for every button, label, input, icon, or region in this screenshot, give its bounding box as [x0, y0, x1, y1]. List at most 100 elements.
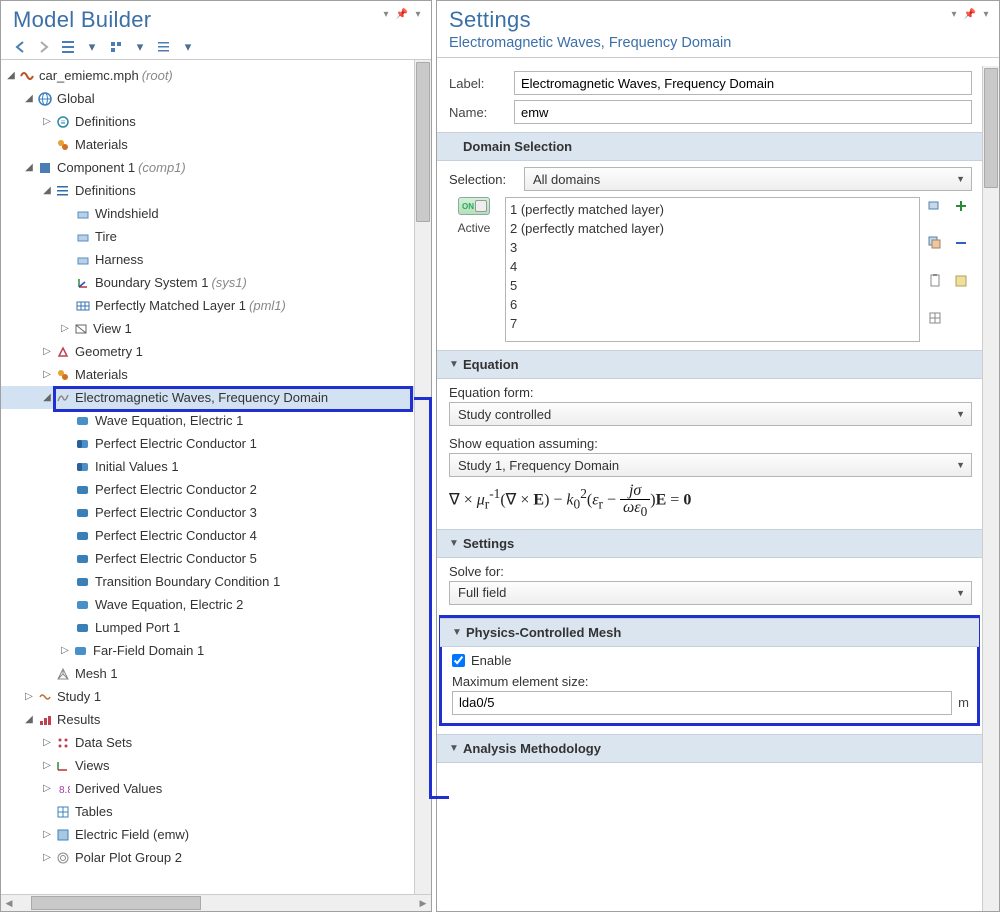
tree-scrollbar-horizontal[interactable]: ◀ ▶	[1, 894, 431, 911]
domain-item[interactable]: 7	[510, 314, 915, 333]
pin-icon[interactable]: 📌	[395, 7, 409, 21]
tree-bsys[interactable]: Boundary System 1(sys1)	[1, 271, 414, 294]
tree-pec3[interactable]: Perfect Electric Conductor 3	[1, 501, 414, 524]
expand-icon[interactable]: ◢	[23, 714, 35, 725]
domain-item[interactable]: 6	[510, 295, 915, 314]
tree-harness[interactable]: Harness	[1, 248, 414, 271]
label-input[interactable]	[514, 71, 972, 95]
minimize-icon[interactable]: ▾	[379, 7, 393, 21]
expand-icon[interactable]: ▷	[41, 116, 53, 127]
tree-emw[interactable]: ◢Electromagnetic Waves, Frequency Domain	[1, 386, 414, 409]
tree-polar[interactable]: ▷Polar Plot Group 2	[1, 846, 414, 869]
tree-defs-global[interactable]: ▷≡Definitions	[1, 110, 414, 133]
tree-ffd1[interactable]: ▷Far-Field Domain 1	[1, 639, 414, 662]
tree-pec2[interactable]: Perfect Electric Conductor 2	[1, 478, 414, 501]
settings-section-header[interactable]: ▼Settings	[437, 529, 982, 558]
scroll-left-button[interactable]: ◀	[1, 895, 17, 911]
active-toggle[interactable]: ON	[458, 197, 490, 215]
tree-tbc1[interactable]: Transition Boundary Condition 1	[1, 570, 414, 593]
tree-global[interactable]: ◢Global	[1, 87, 414, 110]
expand-icon[interactable]: ▷	[41, 852, 53, 863]
expand-icon[interactable]: ◢	[41, 185, 53, 196]
expand-icon[interactable]: ▷	[41, 369, 53, 380]
expand-icon[interactable]: ▷	[41, 346, 53, 357]
tree-pec4[interactable]: Perfect Electric Conductor 4	[1, 524, 414, 547]
solve-dropdown[interactable]: Full field	[449, 581, 972, 605]
tree-icon[interactable]	[107, 38, 125, 56]
zoom-extents-icon[interactable]	[926, 309, 944, 327]
list-icon[interactable]	[155, 38, 173, 56]
tree-windshield[interactable]: Windshield	[1, 202, 414, 225]
tree-lport1[interactable]: Lumped Port 1	[1, 616, 414, 639]
tree-datasets[interactable]: ▷Data Sets	[1, 731, 414, 754]
tree-tire[interactable]: Tire	[1, 225, 414, 248]
expand-icon[interactable]: ▷	[59, 323, 71, 334]
expand-icon[interactable]: ◢	[41, 392, 53, 403]
selection-dropdown[interactable]: All domains	[524, 167, 972, 191]
tree-materials2[interactable]: ▷Materials	[1, 363, 414, 386]
domain-list[interactable]: 1 (perfectly matched layer) 2 (perfectly…	[505, 197, 920, 342]
expand-icon[interactable]: ◢	[23, 93, 35, 104]
scrollbar-thumb[interactable]	[31, 896, 201, 910]
tree-results[interactable]: ◢Results	[1, 708, 414, 731]
back-button[interactable]	[11, 38, 29, 56]
menu-icon[interactable]: ▾	[411, 7, 425, 21]
tree-geom[interactable]: ▷Geometry 1	[1, 340, 414, 363]
menu-icon[interactable]: ▾	[979, 7, 993, 21]
domain-item[interactable]: 5	[510, 276, 915, 295]
tree-iv1[interactable]: Initial Values 1	[1, 455, 414, 478]
expand-icon[interactable]: ▷	[41, 760, 53, 771]
minimize-icon[interactable]: ▾	[947, 7, 961, 21]
name-input[interactable]	[514, 100, 972, 124]
expand-icon[interactable]: ▷	[41, 783, 53, 794]
expand-icon[interactable]: ◢	[5, 70, 17, 81]
domain-item[interactable]: 4	[510, 257, 915, 276]
scroll-right-button[interactable]: ▶	[415, 895, 431, 911]
sort-icon[interactable]: ▾	[131, 38, 149, 56]
expand-icon[interactable]: ▷	[23, 691, 35, 702]
tree-efield[interactable]: ▷Electric Field (emw)	[1, 823, 414, 846]
domain-selection-header[interactable]: Domain Selection	[437, 132, 982, 161]
analysis-header[interactable]: ▼Analysis Methodology	[437, 734, 982, 763]
tree-wave-eq1[interactable]: Wave Equation, Electric 1	[1, 409, 414, 432]
clear-icon[interactable]	[952, 272, 970, 290]
tree-view1[interactable]: ▷View 1	[1, 317, 414, 340]
expand-icon[interactable]: ▾	[83, 38, 101, 56]
forward-button[interactable]	[35, 38, 53, 56]
scrollbar-thumb[interactable]	[984, 68, 998, 188]
tree-pec1[interactable]: Perfect Electric Conductor 1	[1, 432, 414, 455]
model-tree[interactable]: ◢car_emiemc.mph(root) ◢Global ▷≡Definiti…	[1, 60, 414, 894]
tree-pml[interactable]: Perfectly Matched Layer 1(pml1)	[1, 294, 414, 317]
tree-materials[interactable]: ▷Materials	[1, 133, 414, 156]
filter-icon[interactable]: ▾	[179, 38, 197, 56]
expand-icon[interactable]: ▷	[41, 737, 53, 748]
tree-mesh1[interactable]: Mesh 1	[1, 662, 414, 685]
copy-selection-icon[interactable]	[926, 234, 944, 252]
paste-selection-icon[interactable]	[926, 272, 944, 290]
expand-icon[interactable]: ▷	[41, 829, 53, 840]
tree-study1[interactable]: ▷Study 1	[1, 685, 414, 708]
collapse-icon[interactable]	[59, 38, 77, 56]
add-icon[interactable]	[952, 197, 970, 215]
tree-pec5[interactable]: Perfect Electric Conductor 5	[1, 547, 414, 570]
equation-header[interactable]: ▼Equation	[437, 350, 982, 379]
domain-item[interactable]: 3	[510, 238, 915, 257]
tree-root[interactable]: ◢car_emiemc.mph(root)	[1, 64, 414, 87]
tree-comp1[interactable]: ◢Component 1(comp1)	[1, 156, 414, 179]
domain-item[interactable]: 1 (perfectly matched layer)	[510, 200, 915, 219]
scrollbar-thumb[interactable]	[416, 62, 430, 222]
pin-icon[interactable]: 📌	[963, 7, 977, 21]
remove-icon[interactable]	[952, 234, 970, 252]
max-elem-input[interactable]	[452, 691, 952, 715]
tree-derived[interactable]: ▷8.85Derived Values	[1, 777, 414, 800]
eqform-dropdown[interactable]: Study controlled	[449, 402, 972, 426]
tree-defs-comp[interactable]: ◢Definitions	[1, 179, 414, 202]
zoom-selection-icon[interactable]	[926, 197, 944, 215]
show-eq-dropdown[interactable]: Study 1, Frequency Domain	[449, 453, 972, 477]
mesh-section-header[interactable]: ▼Physics-Controlled Mesh	[440, 618, 979, 647]
tree-views[interactable]: ▷Views	[1, 754, 414, 777]
tree-tables[interactable]: Tables	[1, 800, 414, 823]
tree-wave-eq2[interactable]: Wave Equation, Electric 2	[1, 593, 414, 616]
settings-scrollbar-vertical[interactable]	[982, 66, 999, 911]
enable-checkbox[interactable]	[452, 654, 465, 667]
